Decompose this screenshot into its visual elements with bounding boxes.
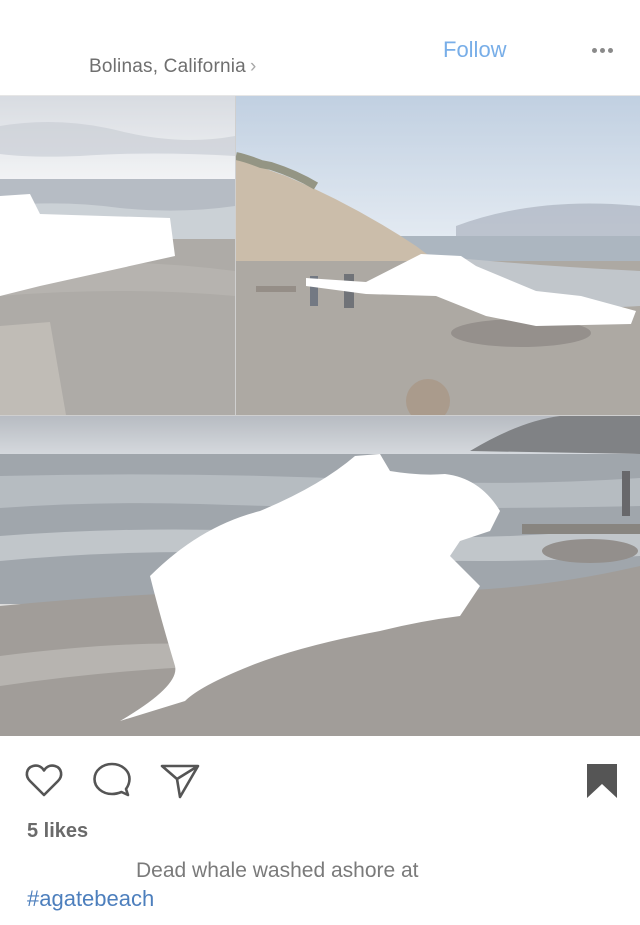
location-label: Bolinas, California: [89, 56, 246, 77]
bluff-beach-photo: [236, 96, 640, 415]
likes-count[interactable]: 5 likes: [27, 820, 88, 843]
photo-collage[interactable]: [0, 96, 640, 736]
more-options-icon[interactable]: [588, 36, 616, 64]
hashtag-link[interactable]: #agatebeach: [27, 886, 154, 912]
wide-beach-photo: [0, 416, 640, 736]
post-caption: Dead whale washed ashore at: [136, 859, 419, 882]
post-actions-bar: [0, 736, 640, 816]
bookmark-icon[interactable]: [580, 758, 624, 802]
share-icon[interactable]: [158, 758, 202, 802]
heart-icon[interactable]: [22, 758, 66, 802]
chevron-right-icon: ›: [249, 56, 257, 77]
comment-icon[interactable]: [90, 758, 134, 802]
location-link[interactable]: Bolinas, California ›: [89, 56, 256, 78]
beach-photo-left: [0, 96, 235, 415]
post-header: Bolinas, California › Follow: [0, 0, 640, 96]
follow-button[interactable]: Follow: [443, 37, 507, 63]
